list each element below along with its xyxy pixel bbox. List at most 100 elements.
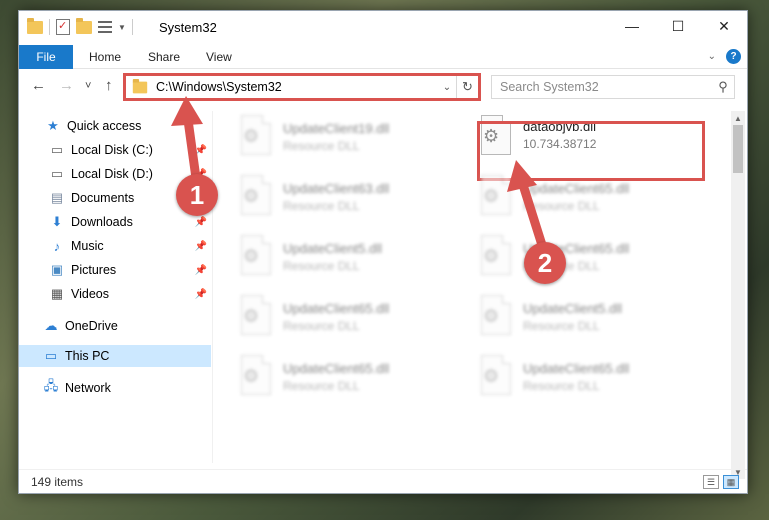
dll-file-icon: ⚙: [239, 235, 275, 279]
file-name: UpdateClient63.dll: [283, 181, 390, 196]
scroll-up-icon[interactable]: ▲: [731, 111, 745, 125]
item-count: 149 items: [31, 474, 84, 489]
quick-access-toolbar: ▼: [27, 17, 133, 35]
callout-badge-1: 1: [176, 174, 218, 216]
view-toggle-group: ☰ ▦: [703, 475, 739, 489]
sidebar-item-downloads[interactable]: ⬇ Downloads 📌: [19, 211, 211, 233]
search-input[interactable]: [492, 80, 712, 94]
file-name: UpdateClient19.dll: [283, 121, 390, 136]
documents-icon: ▤: [50, 190, 64, 205]
file-item[interactable]: ⚙ UpdateClient19.dll Resource DLL: [239, 115, 469, 165]
file-type: Resource DLL: [283, 199, 360, 213]
pin-icon: 📌: [194, 288, 207, 300]
file-highlight-box: [477, 121, 705, 181]
drive-icon: ▭: [50, 166, 64, 181]
file-item[interactable]: ⚙ UpdateClient65.dllResource DLL: [479, 175, 709, 225]
monitor-icon: ▭: [44, 348, 58, 363]
sidebar-item-label: Videos: [71, 287, 109, 301]
sidebar-item-label: Quick access: [67, 119, 142, 133]
file-item[interactable]: ⚙ UpdateClient65.dllResource DLL: [479, 235, 709, 285]
toolbar-dropdown-icon[interactable]: ▼: [118, 23, 126, 32]
minimize-button[interactable]: —: [609, 11, 655, 41]
file-list: ⚙ UpdateClient19.dll Resource DLL ⚙ datao…: [215, 111, 731, 463]
ribbon-right-controls: ⌄ ?: [708, 49, 741, 64]
sidebar-item-label: Downloads: [71, 215, 133, 229]
new-folder-icon[interactable]: [76, 17, 92, 34]
navigation-pane: ★ Quick access ▭ Local Disk (C:) 📌 ▭ Loc…: [19, 111, 213, 463]
expand-ribbon-icon[interactable]: ⌄: [708, 51, 716, 62]
file-item[interactable]: ⚙ UpdateClient63.dll Resource DLL: [239, 175, 469, 225]
vertical-scrollbar[interactable]: ▲ ▼: [731, 111, 745, 479]
status-bar: 149 items ☰ ▦: [19, 469, 747, 493]
network-icon: 🖧: [43, 378, 59, 393]
file-type: Resource DLL: [283, 139, 360, 153]
sidebar-item-this-pc[interactable]: ▭ This PC: [19, 345, 211, 367]
dll-file-icon: ⚙: [239, 115, 275, 159]
pin-icon: 📌: [194, 216, 207, 228]
toolbar-separator: [49, 19, 50, 35]
sidebar-item-network[interactable]: 🖧 Network: [19, 377, 211, 399]
sidebar-item-label: Music: [71, 239, 104, 253]
file-item[interactable]: ⚙ UpdateClient65.dllResource DLL: [239, 295, 469, 345]
dll-file-icon: ⚙: [479, 355, 515, 399]
properties-icon[interactable]: [56, 19, 70, 35]
star-icon: ★: [47, 118, 59, 133]
window-title: System32: [159, 20, 217, 35]
sidebar-item-quick-access[interactable]: ★ Quick access: [19, 115, 211, 137]
title-bar: ▼ System32 — ☐ ✕: [19, 11, 747, 43]
pin-icon: 📌: [194, 240, 207, 252]
sidebar-item-pictures[interactable]: ▣ Pictures 📌: [19, 259, 211, 281]
file-item[interactable]: ⚙ UpdateClient65.dllResource DLL: [239, 355, 469, 405]
sidebar-item-music[interactable]: ♪ Music 📌: [19, 235, 211, 257]
maximize-button[interactable]: ☐: [655, 11, 701, 41]
music-icon: ♪: [53, 238, 61, 254]
tab-share[interactable]: Share: [148, 45, 180, 69]
videos-icon: ▦: [50, 286, 64, 301]
file-name: UpdateClient65.dll: [523, 361, 630, 376]
tiles-view-icon[interactable]: ▦: [723, 475, 739, 489]
tab-view[interactable]: View: [206, 45, 232, 69]
sidebar-item-label: Local Disk (D:): [71, 167, 153, 181]
dll-file-icon: ⚙: [239, 355, 275, 399]
folder-icon: [27, 17, 43, 34]
customize-list-icon[interactable]: [98, 21, 112, 33]
file-type: Resource DLL: [523, 199, 600, 213]
file-item[interactable]: ⚙ UpdateClient5.dll Resource DLL: [239, 235, 469, 285]
search-box[interactable]: ⚲: [491, 75, 735, 99]
callout-badge-2: 2: [524, 242, 566, 284]
file-name: UpdateClient5.dll: [523, 301, 623, 316]
navigation-bar: ← → ˅ ↑ C:\Windows\System32 ⌄ ↻ ⚲: [19, 71, 747, 103]
file-name: UpdateClient5.dll: [283, 241, 383, 256]
sidebar-item-videos[interactable]: ▦ Videos 📌: [19, 283, 211, 305]
file-name: UpdateClient65.dll: [523, 181, 630, 196]
close-button[interactable]: ✕: [701, 11, 747, 41]
pin-icon: 📌: [194, 144, 207, 156]
toolbar-separator: [131, 19, 133, 35]
tab-home[interactable]: Home: [89, 45, 121, 69]
file-item[interactable]: ⚙ UpdateClient65.dll Resource DLL: [479, 355, 709, 405]
back-button[interactable]: ←: [31, 77, 46, 94]
file-name: UpdateClient65.dll: [283, 361, 390, 376]
sidebar-item-local-disk-c[interactable]: ▭ Local Disk (C:) 📌: [19, 139, 211, 161]
file-name: UpdateClient65.dll: [283, 301, 390, 316]
forward-button[interactable]: →: [59, 77, 74, 94]
search-icon[interactable]: ⚲: [712, 79, 734, 95]
details-view-icon[interactable]: ☰: [703, 475, 719, 489]
file-type: Resource DLL: [523, 319, 600, 333]
sidebar-item-onedrive[interactable]: ☁ OneDrive: [19, 315, 211, 337]
file-item[interactable]: ⚙ UpdateClient5.dll Resource DLL: [479, 295, 709, 345]
scrollbar-thumb[interactable]: [733, 125, 743, 173]
up-button[interactable]: ↑: [105, 77, 113, 94]
file-type: Resource DLL: [523, 379, 600, 393]
sidebar-item-label: This PC: [65, 349, 110, 363]
drive-icon: ▭: [50, 142, 64, 157]
recent-locations-button[interactable]: ˅: [85, 80, 91, 92]
dll-file-icon: ⚙: [239, 295, 275, 339]
dll-file-icon: ⚙: [479, 235, 515, 279]
sidebar-item-label: Local Disk (C:): [71, 143, 153, 157]
tab-file[interactable]: File: [19, 45, 73, 69]
sidebar-item-label: Pictures: [71, 263, 117, 277]
help-icon[interactable]: ?: [726, 49, 741, 64]
pin-icon: 📌: [194, 264, 207, 276]
dll-file-icon: ⚙: [239, 175, 275, 219]
